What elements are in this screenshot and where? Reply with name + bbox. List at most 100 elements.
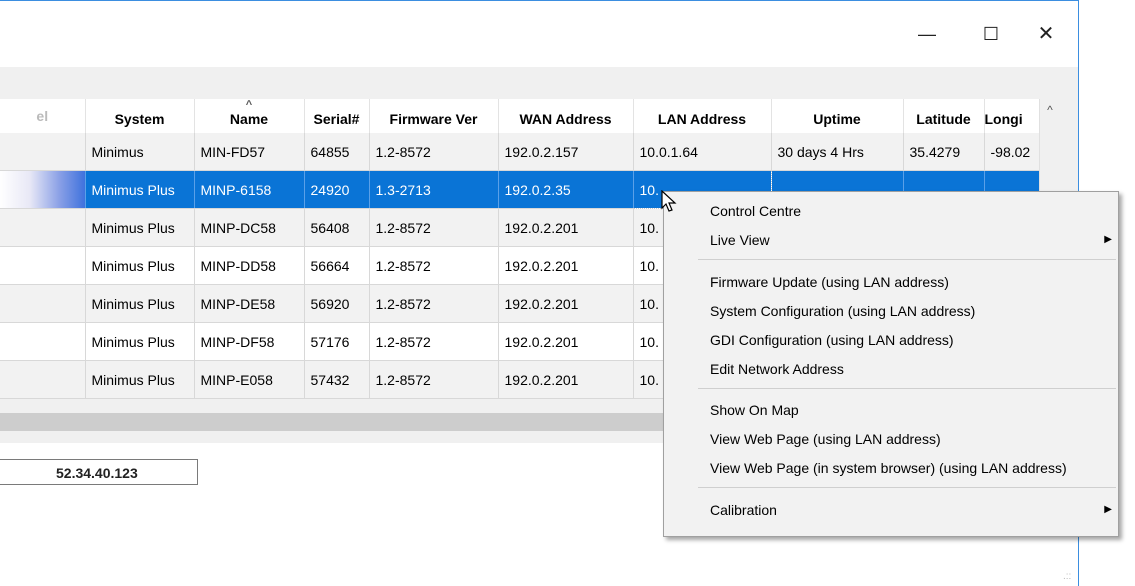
table-cell-wan: 192.0.2.201	[498, 322, 634, 361]
table-cell-system: Minimus Plus	[85, 322, 195, 361]
table-cell-serial: 24920	[304, 170, 370, 209]
table-cell-wan: 192.0.2.157	[498, 133, 634, 171]
table-cell-firmware: 1.3-2713	[369, 170, 499, 209]
table-cell-model	[0, 360, 86, 399]
table-cell-model	[0, 208, 86, 247]
table-cell-wan: 192.0.2.201	[498, 246, 634, 285]
ip-address-field[interactable]: 52.34.40.123	[0, 459, 198, 485]
table-cell-name: MINP-DE58	[194, 284, 305, 323]
column-header-name[interactable]: ^ Name	[194, 99, 305, 133]
table-cell-serial: 56664	[304, 246, 370, 285]
column-header-model[interactable]: el	[0, 99, 86, 133]
table-cell-lan: 10.0.1.64	[633, 133, 772, 171]
table-cell-system: Minimus Plus	[85, 208, 195, 247]
column-header-wan[interactable]: WAN Address	[498, 99, 634, 133]
scroll-up-icon[interactable]: ^	[1040, 103, 1060, 117]
menu-separator	[698, 487, 1116, 488]
table-cell-system: Minimus Plus	[85, 170, 195, 209]
table-cell-firmware: 1.2-8572	[369, 133, 499, 171]
menu-item-show-on-map[interactable]: Show On Map	[664, 398, 1118, 422]
menu-item-label: Calibration	[710, 502, 777, 518]
table-cell-name: MINP-6158	[194, 170, 305, 209]
sort-ascending-icon: ^	[245, 99, 253, 111]
table-cell-model	[0, 246, 86, 285]
column-header-name-label: Name	[229, 111, 269, 127]
menu-item-edit-network-address[interactable]: Edit Network Address	[664, 357, 1118, 381]
menu-item-label: Control Centre	[710, 203, 802, 219]
menu-item-control-centre[interactable]: Control Centre	[664, 199, 1118, 223]
close-button[interactable]: ✕	[1031, 19, 1061, 49]
menu-item-label: System Configuration (using LAN address)	[710, 303, 976, 319]
column-header-longitude-label: Longi	[984, 111, 1023, 127]
title-bar: — ☐ ✕	[0, 1, 1078, 67]
column-header-firmware[interactable]: Firmware Ver	[369, 99, 499, 133]
column-header-latitude[interactable]: Latitude	[903, 99, 985, 133]
table-cell-firmware: 1.2-8572	[369, 284, 499, 323]
column-header-uptime-label: Uptime	[813, 111, 861, 127]
menu-item-view-web-page-system-browser[interactable]: View Web Page (in system browser) (using…	[664, 456, 1118, 480]
menu-item-gdi-configuration[interactable]: GDI Configuration (using LAN address)	[664, 328, 1118, 352]
table-cell-longitude: -98.02	[984, 133, 1040, 171]
column-header-serial[interactable]: Serial#	[304, 99, 370, 133]
menu-item-label: Show On Map	[710, 402, 799, 418]
table-cell-wan: 192.0.2.35	[498, 170, 634, 209]
table-cell-serial: 56408	[304, 208, 370, 247]
column-header-system[interactable]: System	[85, 99, 195, 133]
table-cell-serial: 57176	[304, 322, 370, 361]
menu-item-system-configuration[interactable]: System Configuration (using LAN address)	[664, 299, 1118, 323]
column-header-serial-label: Serial#	[313, 111, 360, 127]
table-cell-model	[0, 170, 86, 209]
table-cell-wan: 192.0.2.201	[498, 284, 634, 323]
table-cell-serial: 57432	[304, 360, 370, 399]
toolbar-band	[0, 67, 1078, 83]
minimize-button[interactable]: —	[912, 19, 942, 49]
column-header-uptime[interactable]: Uptime	[771, 99, 904, 133]
menu-item-calibration[interactable]: Calibration ▶	[664, 498, 1118, 522]
menu-item-label: GDI Configuration (using LAN address)	[710, 332, 954, 348]
table-cell-system: Minimus Plus	[85, 360, 195, 399]
menu-item-live-view[interactable]: Live View ▶	[664, 228, 1118, 252]
table-row[interactable]: Minimus MIN-FD57 64855 1.2-8572 192.0.2.…	[0, 133, 1040, 171]
table-cell-uptime: 30 days 4 Hrs	[771, 133, 904, 171]
column-header-lan[interactable]: LAN Address	[633, 99, 772, 133]
table-cell-wan: 192.0.2.201	[498, 208, 634, 247]
table-cell-firmware: 1.2-8572	[369, 322, 499, 361]
table-cell-serial: 64855	[304, 133, 370, 171]
resize-grip-icon[interactable]: .::	[1063, 571, 1071, 582]
menu-separator	[698, 388, 1116, 389]
table-cell-name: MINP-E058	[194, 360, 305, 399]
column-header-firmware-label: Firmware Ver	[389, 111, 478, 127]
table-cell-firmware: 1.2-8572	[369, 208, 499, 247]
column-header-system-label: System	[114, 111, 165, 127]
menu-item-label: View Web Page (in system browser) (using…	[710, 460, 1067, 476]
column-header-lan-label: LAN Address	[657, 111, 747, 127]
menu-item-firmware-update[interactable]: Firmware Update (using LAN address)	[664, 270, 1118, 294]
table-cell-model	[0, 133, 86, 171]
menu-item-label: Firmware Update (using LAN address)	[710, 274, 949, 290]
table-cell-name: MINP-DC58	[194, 208, 305, 247]
table-cell-name: MINP-DF58	[194, 322, 305, 361]
table-cell-firmware: 1.2-8572	[369, 246, 499, 285]
menu-item-view-web-page[interactable]: View Web Page (using LAN address)	[664, 427, 1118, 451]
context-menu: Control Centre Live View ▶ Firmware Updat…	[663, 191, 1119, 537]
table-cell-model	[0, 284, 86, 323]
table-cell-latitude: 35.4279	[903, 133, 985, 171]
table-cell-firmware: 1.2-8572	[369, 360, 499, 399]
menu-item-label: Live View	[710, 232, 770, 248]
maximize-button[interactable]: ☐	[976, 19, 1006, 49]
column-header-latitude-label: Latitude	[916, 111, 971, 127]
menu-separator	[698, 259, 1116, 260]
table-cell-system: Minimus Plus	[85, 284, 195, 323]
column-header-longitude[interactable]: Longi	[984, 99, 1040, 133]
table-cell-model	[0, 322, 86, 361]
table-cell-serial: 56920	[304, 284, 370, 323]
table-cell-system: Minimus Plus	[85, 246, 195, 285]
table-cell-wan: 192.0.2.201	[498, 360, 634, 399]
column-header-wan-label: WAN Address	[519, 111, 612, 127]
table-cell-name: MINP-DD58	[194, 246, 305, 285]
submenu-arrow-icon: ▶	[1104, 504, 1112, 515]
submenu-arrow-icon: ▶	[1104, 234, 1112, 245]
menu-item-label: Edit Network Address	[710, 361, 844, 377]
menu-item-label: View Web Page (using LAN address)	[710, 431, 941, 447]
table-cell-system: Minimus	[85, 133, 195, 171]
